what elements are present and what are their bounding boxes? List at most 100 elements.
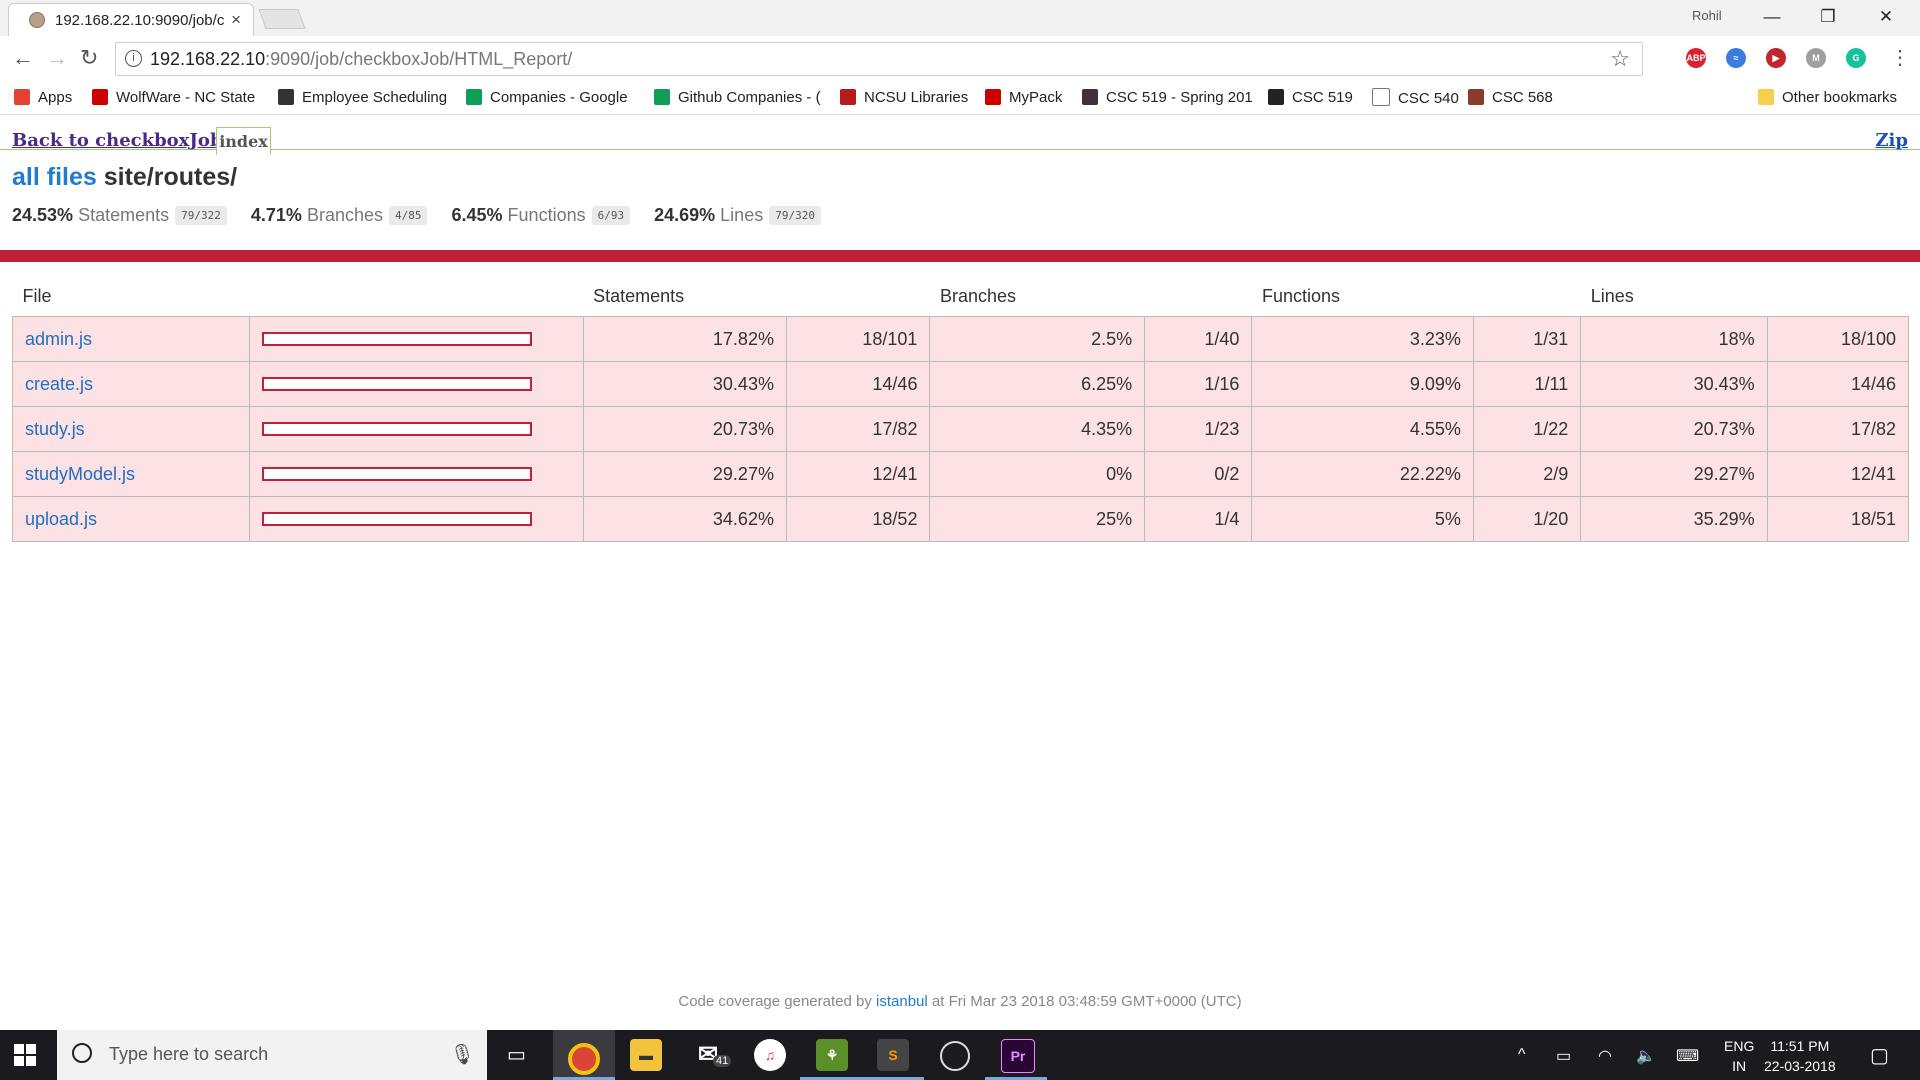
file-link[interactable]: create.js — [25, 374, 93, 394]
bookmark-item[interactable]: CSC 519 - Spring 201 — [1082, 88, 1253, 108]
footer: Code coverage generated by istanbul at F… — [678, 993, 1242, 1010]
bookmark-item[interactable]: WolfWare - NC State — [92, 88, 255, 108]
summary-functions: 6.45% Functions 6/93 — [451, 205, 631, 226]
file-explorer-icon[interactable]: ▬ — [630, 1039, 662, 1071]
notifications-icon[interactable]: ▢ — [1870, 1043, 1889, 1068]
file-cell: study.js — [11, 406, 251, 452]
cortana-icon[interactable] — [72, 1043, 92, 1063]
taskbar-search[interactable]: Type here to search 🎙 — [57, 1030, 487, 1080]
premiere-icon[interactable]: Pr — [1001, 1039, 1035, 1073]
info-icon[interactable]: i — [125, 50, 142, 67]
new-tab-button[interactable] — [258, 9, 306, 29]
bookmark-label: Github Companies - ( — [678, 89, 821, 106]
table-row: study.js 20.73% 17/82 4.35% 1/23 4.55% 1/22 20.… — [11, 406, 1910, 452]
header-branches[interactable]: Branches — [930, 276, 1145, 317]
summary-percent: 4.71% — [250, 205, 302, 225]
coverage-bar-cell — [249, 496, 584, 542]
all-files-link[interactable]: all files — [12, 163, 97, 191]
bookmark-label: CSC 519 — [1292, 89, 1353, 106]
abp-icon[interactable]: ABP — [1686, 48, 1706, 68]
header-functions[interactable]: Functions — [1252, 276, 1473, 317]
w-icon — [278, 89, 294, 105]
statements-pct: 17.82% — [582, 316, 787, 362]
statements-frac: 18/52 — [785, 496, 931, 542]
bookmark-star-icon[interactable]: ☆ — [1610, 46, 1630, 72]
report-page: Back to checkboxJob index Zip all files … — [0, 115, 1920, 1030]
bookmark-item[interactable]: CSC 519 — [1268, 88, 1353, 108]
wifi-icon[interactable]: ◠ — [1598, 1046, 1612, 1066]
header-lines[interactable]: Lines — [1581, 276, 1767, 317]
back-arrow-icon[interactable]: ← — [12, 46, 34, 70]
bookmark-item[interactable]: MyPack — [985, 88, 1062, 108]
chrome-icon[interactable] — [568, 1043, 600, 1075]
reload-icon[interactable]: ↻ — [80, 46, 98, 70]
istanbul-link[interactable]: istanbul — [876, 993, 928, 1010]
slack-icon — [1082, 89, 1098, 105]
header-file[interactable]: File — [13, 276, 250, 317]
volume-icon[interactable]: 🔈 — [1636, 1046, 1656, 1066]
file-cell: upload.js — [11, 496, 251, 542]
tree-app-icon[interactable]: ⚘ — [816, 1039, 848, 1071]
show-hidden-icon[interactable]: ^ — [1518, 1046, 1526, 1064]
keyboard-icon[interactable]: ⌨ — [1676, 1046, 1699, 1066]
language-indicator[interactable]: ENG IN — [1724, 1036, 1754, 1076]
header-statements[interactable]: Statements — [583, 276, 786, 317]
windows-start-icon[interactable] — [14, 1044, 36, 1066]
libraries-icon — [840, 89, 856, 105]
coverage-bar-cell — [249, 451, 584, 497]
functions-frac: 1/20 — [1472, 496, 1582, 542]
statements-pct: 20.73% — [582, 406, 787, 452]
bookmark-item[interactable]: Apps — [14, 88, 72, 108]
table-header-row: File Statements Branches Functions Lines — [13, 276, 1909, 317]
coverage-summary: 24.53% Statements 79/322 4.71% Branches 4/8… — [12, 205, 845, 226]
itunes-icon[interactable]: ♫ — [754, 1039, 786, 1071]
page-title: all files site/routes/ — [12, 163, 237, 192]
address-bar[interactable]: i 192.168.22.10:9090/job/checkboxJob/HTM… — [115, 42, 1643, 76]
index-tab[interactable]: index — [216, 127, 271, 155]
table-row: create.js 30.43% 14/46 6.25% 1/16 9.09% 1/11 30… — [11, 361, 1910, 407]
forward-arrow-icon[interactable]: → — [46, 46, 68, 70]
video-icon[interactable]: ▶ — [1766, 48, 1786, 68]
sync-icon[interactable]: ≈ — [1726, 48, 1746, 68]
bookmark-item[interactable]: Github Companies - ( — [654, 88, 821, 108]
bookmark-item[interactable]: CSC 540 — [1372, 88, 1459, 108]
summary-label: Lines — [720, 205, 764, 225]
battery-icon[interactable]: ▭ — [1556, 1046, 1571, 1066]
bookmark-item[interactable]: NCSU Libraries — [840, 88, 968, 108]
lines-pct: 18% — [1580, 316, 1768, 362]
obs-icon[interactable] — [940, 1041, 970, 1071]
tab-close-icon[interactable]: × — [231, 10, 241, 30]
bookmark-item[interactable]: Companies - Google — [466, 88, 628, 108]
clock[interactable]: 11:51 PM 22-03-2018 — [1764, 1036, 1836, 1076]
summary-fraction: 6/93 — [591, 206, 631, 225]
file-link[interactable]: studyModel.js — [25, 464, 135, 484]
bookmark-item[interactable]: Employee Scheduling — [278, 88, 447, 108]
menu-dots-icon[interactable]: ⋮ — [1890, 46, 1910, 70]
jenkins-header: Back to checkboxJob index Zip — [0, 123, 1920, 155]
window-close-icon[interactable]: ✕ — [1866, 4, 1906, 30]
branches-frac: 1/40 — [1144, 316, 1253, 362]
sublime-text-icon[interactable]: S — [877, 1039, 909, 1071]
m-icon[interactable]: M — [1806, 48, 1826, 68]
microphone-icon[interactable]: 🎙 — [450, 1042, 475, 1067]
other-bookmarks[interactable]: Other bookmarks — [1758, 88, 1897, 108]
task-view-icon[interactable]: ▭ — [507, 1042, 526, 1067]
restore-icon[interactable]: ❐ — [1808, 4, 1848, 30]
file-link[interactable]: admin.js — [25, 329, 92, 349]
bookmark-item[interactable]: CSC 568 — [1468, 88, 1553, 108]
branches-frac: 1/4 — [1144, 496, 1253, 542]
grammarly-icon[interactable]: G — [1846, 48, 1866, 68]
file-link[interactable]: upload.js — [25, 509, 97, 529]
minimize-icon[interactable]: — — [1752, 4, 1792, 30]
wolfware-icon — [92, 89, 108, 105]
url-text[interactable]: 192.168.22.10:9090/job/checkboxJob/HTML_… — [150, 49, 572, 70]
profile-name[interactable]: Rohil — [1692, 8, 1722, 23]
branches-pct: 2.5% — [929, 316, 1146, 362]
file-link[interactable]: study.js — [25, 419, 85, 439]
lines-frac: 12/41 — [1766, 451, 1910, 497]
coverage-bar-cell — [249, 316, 584, 362]
back-to-job-link[interactable]: Back to checkboxJob — [12, 130, 223, 151]
summary-statements: 24.53% Statements 79/322 — [12, 205, 227, 226]
zip-link[interactable]: Zip — [1875, 130, 1908, 151]
browser-tab[interactable]: 192.168.22.10:9090/job/c × — [8, 3, 254, 36]
